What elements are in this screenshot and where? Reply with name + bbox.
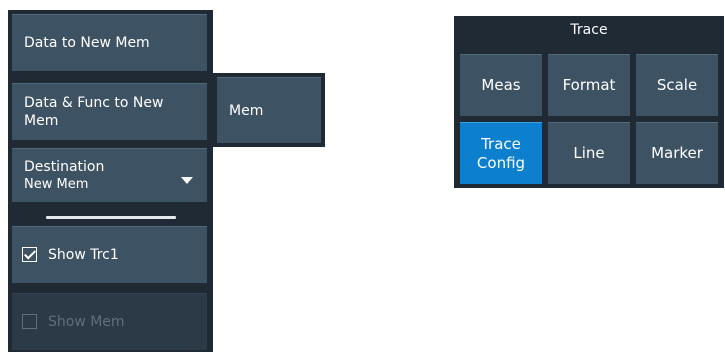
data-to-new-mem-button[interactable]: Data to New Mem xyxy=(12,14,207,71)
mem-flyout: Mem xyxy=(213,73,325,147)
format-button[interactable]: Format xyxy=(548,54,630,116)
show-mem-checkbox-button[interactable]: Show Mem xyxy=(12,293,207,350)
data-func-label-line1: Data & Func to New xyxy=(24,95,164,111)
checkbox-unchecked-icon xyxy=(22,314,37,329)
trace-menu-panel: Trace Meas Format Scale Trace Config Lin… xyxy=(454,16,724,188)
meas-button[interactable]: Meas xyxy=(460,54,542,116)
trace-config-button[interactable]: Trace Config xyxy=(460,122,542,184)
line-button[interactable]: Line xyxy=(548,122,630,184)
mem-button[interactable]: Mem xyxy=(217,77,321,143)
line-label: Line xyxy=(573,144,605,162)
data-func-label-line2: Mem xyxy=(24,113,59,129)
scale-button[interactable]: Scale xyxy=(636,54,718,116)
separator-line xyxy=(46,216,176,219)
show-mem-label: Show Mem xyxy=(48,314,125,330)
destination-dropdown[interactable]: Destination New Mem xyxy=(12,148,207,202)
meas-label: Meas xyxy=(481,76,521,94)
chevron-down-icon xyxy=(181,177,193,184)
marker-label: Marker xyxy=(651,144,703,162)
data-to-new-mem-label: Data to New Mem xyxy=(24,35,150,51)
scale-label: Scale xyxy=(656,76,698,94)
show-trc1-label: Show Trc1 xyxy=(48,247,119,263)
checkbox-checked-icon xyxy=(22,247,37,262)
trace-config-label-line1: Trace xyxy=(481,134,521,153)
memory-softkey-panel: Data to New Mem Data & Func to New Mem D… xyxy=(8,10,213,352)
mem-label: Mem xyxy=(229,102,264,119)
marker-button[interactable]: Marker xyxy=(636,122,718,184)
destination-label: Destination xyxy=(24,158,105,175)
show-trc1-checkbox-button[interactable]: Show Trc1 xyxy=(12,226,207,283)
trace-config-label-line2: Config xyxy=(476,153,526,172)
format-label: Format xyxy=(562,76,616,94)
trace-title: Trace xyxy=(570,22,608,38)
data-func-to-new-mem-button[interactable]: Data & Func to New Mem xyxy=(12,83,207,140)
destination-value: New Mem xyxy=(24,176,89,192)
